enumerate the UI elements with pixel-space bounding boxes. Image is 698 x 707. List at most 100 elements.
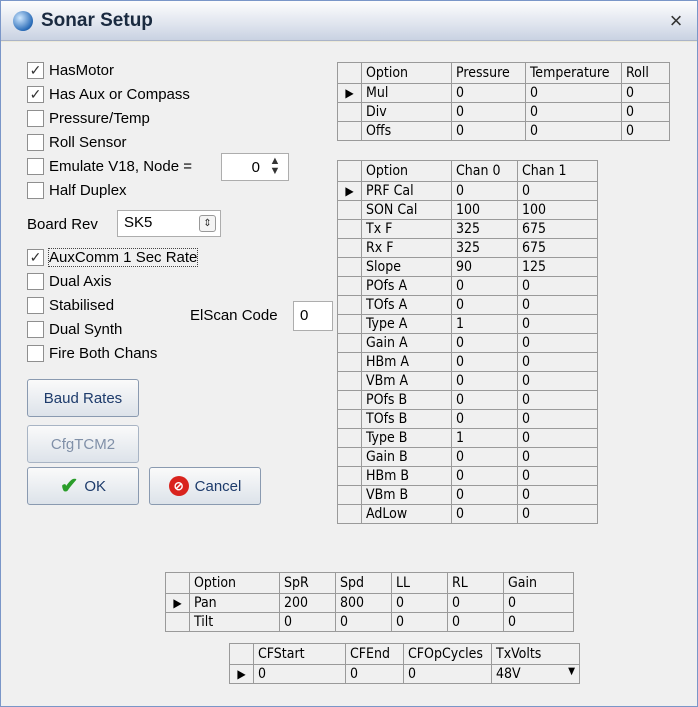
- table-cell[interactable]: 90: [451, 257, 518, 277]
- title-bar[interactable]: Sonar Setup ×: [1, 1, 697, 41]
- checkbox-box[interactable]: [27, 320, 44, 338]
- table-row[interactable]: ▶ 0 0 0 48V ▼: [229, 664, 580, 684]
- current-row-arrow-icon[interactable]: ▶: [165, 593, 190, 613]
- table-cell[interactable]: 0: [451, 121, 526, 141]
- checkbox-hasmotor[interactable]: ✓ HasMotor: [27, 59, 114, 81]
- table-cell[interactable]: 0: [451, 447, 518, 467]
- row-selector[interactable]: [337, 295, 362, 315]
- table-row[interactable]: VBm B 0 0: [337, 485, 598, 505]
- table-cell[interactable]: Gain B: [361, 447, 452, 467]
- table-cell[interactable]: 0: [517, 333, 598, 353]
- table-cell[interactable]: Tilt: [189, 612, 280, 632]
- checkbox-dual-synth[interactable]: Dual Synth: [27, 318, 122, 340]
- row-selector[interactable]: [337, 390, 362, 410]
- checkbox-box[interactable]: [27, 344, 44, 362]
- cf-settings-table[interactable]: CFStart CFEnd CFOpCycles TxVolts ▶ 0 0 0 48V ▼: [229, 643, 580, 684]
- table-cell[interactable]: 0: [451, 466, 518, 486]
- table-cell[interactable]: 0: [391, 612, 448, 632]
- table-cell[interactable]: 0: [525, 121, 622, 141]
- table-row[interactable]: Div 0 0 0: [337, 102, 670, 122]
- table-cell[interactable]: 0: [517, 352, 598, 372]
- table-cell[interactable]: 0: [451, 409, 518, 429]
- table-cell[interactable]: POfs B: [361, 390, 452, 410]
- column-header[interactable]: Chan 1: [517, 160, 598, 182]
- table-cell[interactable]: 0: [621, 121, 670, 141]
- row-selector[interactable]: [337, 333, 362, 353]
- table-cell[interactable]: 0: [447, 612, 504, 632]
- dropdown-arrow-icon[interactable]: ▼: [568, 666, 575, 677]
- row-selector[interactable]: [337, 371, 362, 391]
- table-cell[interactable]: 0: [451, 371, 518, 391]
- table-cell[interactable]: 0: [451, 83, 526, 103]
- elscan-code-input[interactable]: 0: [293, 301, 333, 331]
- table-row[interactable]: Gain B 0 0: [337, 447, 598, 467]
- table-row[interactable]: TOfs B 0 0: [337, 409, 598, 429]
- table-row[interactable]: Rx F 325 675: [337, 238, 598, 258]
- table-row[interactable]: Gain A 0 0: [337, 333, 598, 353]
- board-rev-select[interactable]: SK5 ⇕: [117, 210, 221, 237]
- table-cell[interactable]: VBm A: [361, 371, 452, 391]
- row-selector[interactable]: [337, 485, 362, 505]
- table-cell[interactable]: 0: [451, 295, 518, 315]
- checkbox-box[interactable]: [27, 109, 44, 127]
- table-cell[interactable]: 48V ▼: [491, 664, 580, 684]
- column-header[interactable]: RL: [447, 572, 504, 594]
- table-cell[interactable]: Tx F: [361, 219, 452, 239]
- table-row[interactable]: Offs 0 0 0: [337, 121, 670, 141]
- table-cell[interactable]: HBm B: [361, 466, 452, 486]
- table-cell[interactable]: 0: [517, 409, 598, 429]
- column-header[interactable]: Roll: [621, 62, 670, 84]
- table-cell[interactable]: 0: [253, 664, 346, 684]
- table-cell[interactable]: 0: [525, 102, 622, 122]
- table-cell[interactable]: 0: [525, 83, 622, 103]
- column-header[interactable]: LL: [391, 572, 448, 594]
- column-header[interactable]: CFStart: [253, 643, 346, 665]
- table-cell[interactable]: 0: [517, 485, 598, 505]
- row-selector[interactable]: [337, 428, 362, 448]
- table-cell[interactable]: 0: [517, 390, 598, 410]
- table-row[interactable]: POfs A 0 0: [337, 276, 598, 296]
- table-cell[interactable]: POfs A: [361, 276, 452, 296]
- column-header[interactable]: Gain: [503, 572, 574, 594]
- row-selector[interactable]: [337, 352, 362, 372]
- table-cell[interactable]: VBm B: [361, 485, 452, 505]
- table-cell[interactable]: 1: [451, 314, 518, 334]
- table-cell[interactable]: HBm A: [361, 352, 452, 372]
- table-cell[interactable]: 0: [335, 612, 392, 632]
- table-row[interactable]: VBm A 0 0: [337, 371, 598, 391]
- row-selector[interactable]: [337, 504, 362, 524]
- spinner-arrows-icon[interactable]: ▲ ▼: [264, 156, 286, 178]
- checkbox-half-duplex[interactable]: Half Duplex: [27, 179, 127, 201]
- table-cell[interactable]: TOfs A: [361, 295, 452, 315]
- column-header[interactable]: Chan 0: [451, 160, 518, 182]
- table-cell[interactable]: 0: [503, 593, 574, 613]
- table-cell[interactable]: 0: [403, 664, 492, 684]
- table-cell[interactable]: 0: [451, 352, 518, 372]
- row-selector[interactable]: [337, 314, 362, 334]
- checkbox-box[interactable]: ✓: [27, 61, 44, 79]
- baud-rates-button[interactable]: Baud Rates: [27, 379, 139, 417]
- table-cell[interactable]: 800: [335, 593, 392, 613]
- table-cell[interactable]: Gain A: [361, 333, 452, 353]
- table-cell[interactable]: 0: [517, 428, 598, 448]
- table-cell[interactable]: 0: [517, 295, 598, 315]
- checkbox-dual-axis[interactable]: Dual Axis: [27, 270, 112, 292]
- current-row-arrow-icon[interactable]: ▶: [337, 181, 362, 201]
- checkbox-emulate-v18-node[interactable]: Emulate V18, Node =: [27, 155, 192, 177]
- column-header[interactable]: Option: [361, 160, 452, 182]
- checkbox-roll-sensor[interactable]: Roll Sensor: [27, 131, 127, 153]
- table-cell[interactable]: 0: [451, 181, 518, 201]
- table-cell[interactable]: 0: [451, 333, 518, 353]
- table-cell[interactable]: Type B: [361, 428, 452, 448]
- row-selector[interactable]: [165, 612, 190, 632]
- table-cell[interactable]: 675: [517, 219, 598, 239]
- table-cell[interactable]: 1: [451, 428, 518, 448]
- column-header[interactable]: Option: [361, 62, 452, 84]
- column-header[interactable]: TxVolts: [491, 643, 580, 665]
- table-row[interactable]: Tx F 325 675: [337, 219, 598, 239]
- cancel-button[interactable]: ⊘ Cancel: [149, 467, 261, 505]
- checkbox-box[interactable]: [27, 296, 44, 314]
- table-row[interactable]: POfs B 0 0: [337, 390, 598, 410]
- table-row[interactable]: Slope 90 125: [337, 257, 598, 277]
- table-cell[interactable]: 0: [503, 612, 574, 632]
